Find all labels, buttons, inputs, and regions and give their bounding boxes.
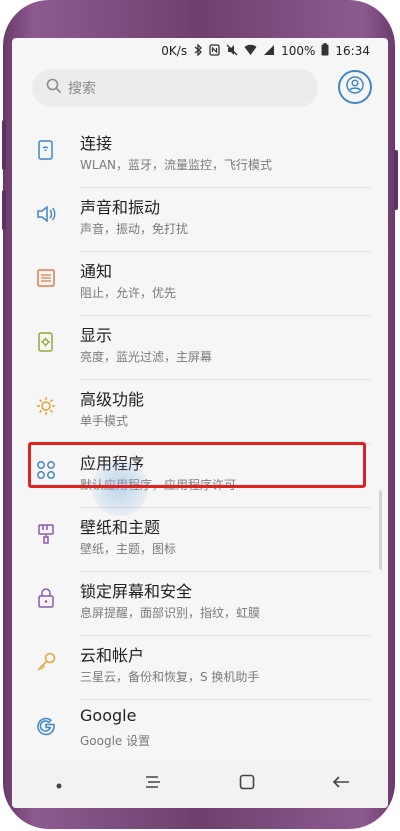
item-subtitle: 三星云，备份和恢复，S 换机助手 [80, 670, 260, 684]
account-icon [346, 76, 364, 98]
item-subtitle: WLAN，蓝牙，流量监控，飞行模式 [80, 158, 273, 172]
home-icon [238, 773, 256, 795]
back-button[interactable] [321, 764, 361, 804]
phone: 0K/s 100% 16:34 搜索 连接 WLAN，蓝牙，流量监控，飞行模式 … [0, 0, 400, 831]
recents-icon [143, 774, 163, 794]
account-button[interactable] [338, 70, 372, 104]
scrollbar[interactable] [379, 490, 382, 570]
clock: 16:34 [335, 44, 370, 58]
search-placeholder: 搜索 [68, 81, 96, 97]
bluetooth-icon [193, 42, 203, 59]
item-subtitle: 单手模式 [80, 414, 129, 428]
settings-item-display[interactable]: 显示 亮度，蓝光过滤，主屏幕 [12, 316, 388, 380]
lock-icon [34, 586, 58, 610]
item-title: 声音和振动 [80, 198, 161, 217]
mute-icon [226, 44, 238, 59]
item-title: 壁纸和主题 [80, 518, 161, 537]
item-title: 连接 [80, 134, 113, 153]
battery-icon [321, 43, 329, 59]
item-title: 通知 [80, 262, 113, 281]
advanced-icon [34, 394, 58, 418]
item-title: Google [80, 706, 137, 725]
search-input[interactable]: 搜索 [32, 69, 318, 107]
home-button[interactable] [227, 764, 267, 804]
settings-item-sound[interactable]: 声音和振动 声音，振动，免打扰 [12, 188, 388, 252]
item-title: 锁定屏幕和安全 [80, 582, 193, 601]
sound-icon [34, 202, 58, 226]
nav-dot-button[interactable] [39, 764, 79, 804]
item-subtitle: 息屏提醒，面部识别，指纹，虹膜 [80, 606, 261, 620]
display-icon [34, 330, 58, 354]
power-button [394, 150, 398, 210]
item-subtitle: 壁纸，主题，图标 [80, 542, 177, 556]
navigation-bar [12, 760, 388, 808]
network-speed: 0K/s [161, 44, 188, 58]
search-row: 搜索 [32, 68, 372, 108]
search-icon [46, 78, 62, 98]
highlight-box [28, 442, 366, 488]
item-subtitle: 亮度，蓝光过滤，主屏幕 [80, 350, 213, 364]
notifications-icon [34, 266, 58, 290]
connections-icon [34, 138, 58, 162]
item-title: 云和帐户 [80, 646, 145, 665]
settings-item-notifications[interactable]: 通知 阻止，允许，优先 [12, 252, 388, 316]
item-subtitle: Google 设置 [80, 734, 151, 748]
wifi-icon [244, 44, 257, 59]
nfc-icon [209, 43, 220, 59]
back-icon [331, 774, 351, 794]
settings-item-connections[interactable]: 连接 WLAN，蓝牙，流量监控，飞行模式 [12, 124, 388, 188]
status-bar: 0K/s 100% 16:34 [12, 38, 388, 64]
battery-level: 100% [281, 44, 316, 58]
settings-item-google[interactable]: Google Google 设置 [12, 700, 388, 764]
recents-button[interactable] [133, 764, 173, 804]
signal-icon [263, 44, 275, 59]
settings-item-advanced[interactable]: 高级功能 单手模式 [12, 380, 388, 444]
key-icon [34, 650, 58, 674]
item-subtitle: 声音，振动，免打扰 [80, 222, 189, 236]
wallpaper-icon [34, 522, 58, 546]
screen: 0K/s 100% 16:34 搜索 连接 WLAN，蓝牙，流量监控，飞行模式 … [12, 38, 388, 808]
item-subtitle: 阻止，允许，优先 [80, 286, 177, 300]
item-title: 高级功能 [80, 390, 145, 409]
item-title: 显示 [80, 326, 113, 345]
settings-item-wallpaper[interactable]: 壁纸和主题 壁纸，主题，图标 [12, 508, 388, 572]
dot-icon [55, 775, 63, 794]
google-icon [34, 714, 58, 738]
bixby-button [2, 190, 6, 230]
settings-item-lock-screen[interactable]: 锁定屏幕和安全 息屏提醒，面部识别，指纹，虹膜 [12, 572, 388, 636]
volume-button [2, 120, 6, 170]
settings-item-cloud-accounts[interactable]: 云和帐户 三星云，备份和恢复，S 换机助手 [12, 636, 388, 700]
